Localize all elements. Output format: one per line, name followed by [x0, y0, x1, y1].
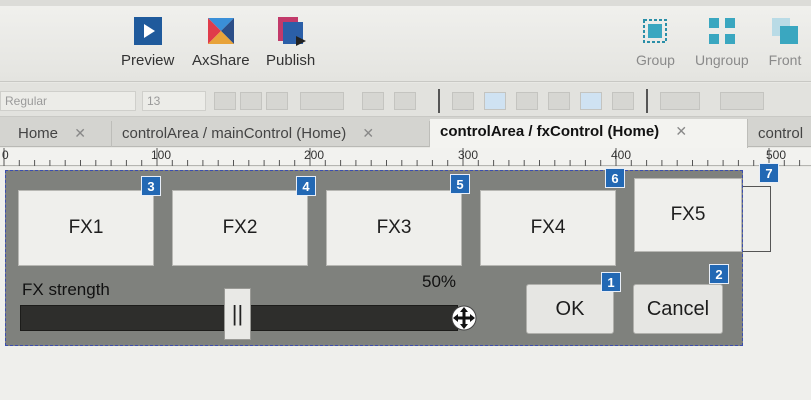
tab-home[interactable]: Home ✕ [8, 121, 112, 147]
axshare-label: AxShare [192, 52, 250, 69]
tab-control-overflow[interactable]: control [748, 121, 811, 147]
fx-strength-label: FX strength [22, 280, 110, 299]
ungroup-icon [708, 18, 735, 44]
page-tabs: Home ✕ controlArea / mainControl (Home) … [0, 117, 811, 148]
fx-button-label: FX5 [670, 204, 706, 225]
font-style-select[interactable]: Regular [0, 91, 136, 111]
cancel-label: Cancel [646, 297, 710, 320]
fx2-badge: 4 [296, 176, 316, 196]
align-left-icon[interactable] [452, 92, 474, 110]
bold-icon[interactable] [214, 92, 236, 110]
close-icon[interactable]: ✕ [675, 123, 687, 140]
preview-label: Preview [121, 52, 175, 69]
fx-button-label: FX1 [68, 217, 104, 238]
ruler-label: 400 [611, 148, 632, 162]
ok-label: OK [555, 297, 585, 320]
indent-icon[interactable] [394, 92, 416, 110]
underline-icon[interactable] [266, 92, 288, 110]
publish-button[interactable]: Publish [266, 14, 315, 69]
fx3-badge: 5 [450, 174, 470, 194]
fx1-button[interactable]: FX1 [18, 190, 154, 266]
publish-label: Publish [266, 52, 316, 69]
ungroup-label: Ungroup [695, 52, 749, 68]
align-bottom-icon[interactable] [612, 92, 634, 110]
tab-label: control [758, 125, 804, 142]
publish-icon [277, 17, 306, 46]
main-toolbar: Preview AxShare Publish Group Ungroup Fr… [0, 0, 811, 82]
align-right-icon[interactable] [516, 92, 538, 110]
font-style-value: Regular [5, 94, 48, 108]
ruler-label: 500 [766, 148, 787, 162]
fx4-button[interactable]: FX4 [480, 190, 616, 266]
ruler-label: 200 [304, 148, 325, 162]
format-bar: Regular 13 [0, 83, 811, 117]
play-icon [133, 17, 162, 45]
fx5-button[interactable]: FX5 [634, 178, 742, 252]
tab-label: controlArea / fxControl (Home) [440, 123, 660, 140]
bullet-icon[interactable] [362, 92, 384, 110]
bring-front-button[interactable]: Front [768, 14, 802, 68]
align-center-icon[interactable] [484, 92, 506, 110]
fx-button-label: FX4 [530, 217, 566, 238]
ruler-label: 100 [151, 148, 172, 162]
preview-button[interactable]: Preview [121, 14, 174, 69]
format-separator [438, 89, 440, 113]
move-cursor-icon [451, 305, 477, 331]
line-color-icon[interactable] [720, 92, 764, 110]
fx5-badge: 7 [759, 163, 779, 183]
toolbar-top-edge [0, 0, 811, 6]
group-button[interactable]: Group [636, 14, 675, 68]
axshare-button[interactable]: AxShare [192, 14, 250, 69]
align-top-icon[interactable] [548, 92, 570, 110]
cancel-badge: 2 [709, 264, 729, 284]
fx-strength-percent: 50% [422, 272, 457, 291]
cancel-button[interactable]: Cancel [633, 284, 723, 334]
group-icon [643, 19, 668, 43]
fx5-outline [743, 186, 771, 252]
axshare-icon [207, 18, 234, 44]
horizontal-ruler: 0 100 200 300 400 500 [0, 148, 811, 166]
ok-badge: 1 [601, 272, 621, 292]
ungroup-button[interactable]: Ungroup [695, 14, 749, 68]
font-color-icon[interactable] [300, 92, 344, 110]
ruler-ticks [3, 148, 801, 166]
tab-fx-control[interactable]: controlArea / fxControl (Home) ✕ [430, 119, 748, 148]
fx-strength-slider-thumb[interactable]: || [224, 288, 251, 340]
fx3-button[interactable]: FX3 [326, 190, 462, 266]
format-separator [646, 89, 648, 113]
ruler-label: 0 [2, 148, 9, 162]
fx2-button[interactable]: FX2 [172, 190, 308, 266]
align-middle-icon[interactable] [580, 92, 602, 110]
tab-label: Home [18, 125, 59, 142]
fx-button-label: FX3 [376, 217, 412, 238]
fx4-badge: 6 [605, 168, 625, 188]
tab-label: controlArea / mainControl (Home) [122, 125, 347, 142]
fx1-badge: 3 [141, 176, 161, 196]
front-label: Front [768, 52, 802, 68]
group-label: Group [636, 52, 675, 68]
close-icon[interactable]: ✕ [74, 125, 86, 142]
font-size-value: 13 [147, 94, 161, 108]
tab-main-control[interactable]: controlArea / mainControl (Home) ✕ [112, 121, 430, 147]
close-icon[interactable]: ✕ [362, 125, 374, 142]
font-size-select[interactable]: 13 [142, 91, 206, 111]
ruler-label: 300 [458, 148, 479, 162]
bring-front-icon [772, 18, 798, 44]
fill-color-icon[interactable] [660, 92, 700, 110]
italic-icon[interactable] [240, 92, 262, 110]
fx-button-label: FX2 [222, 217, 258, 238]
thumb-grip: || [231, 301, 244, 326]
